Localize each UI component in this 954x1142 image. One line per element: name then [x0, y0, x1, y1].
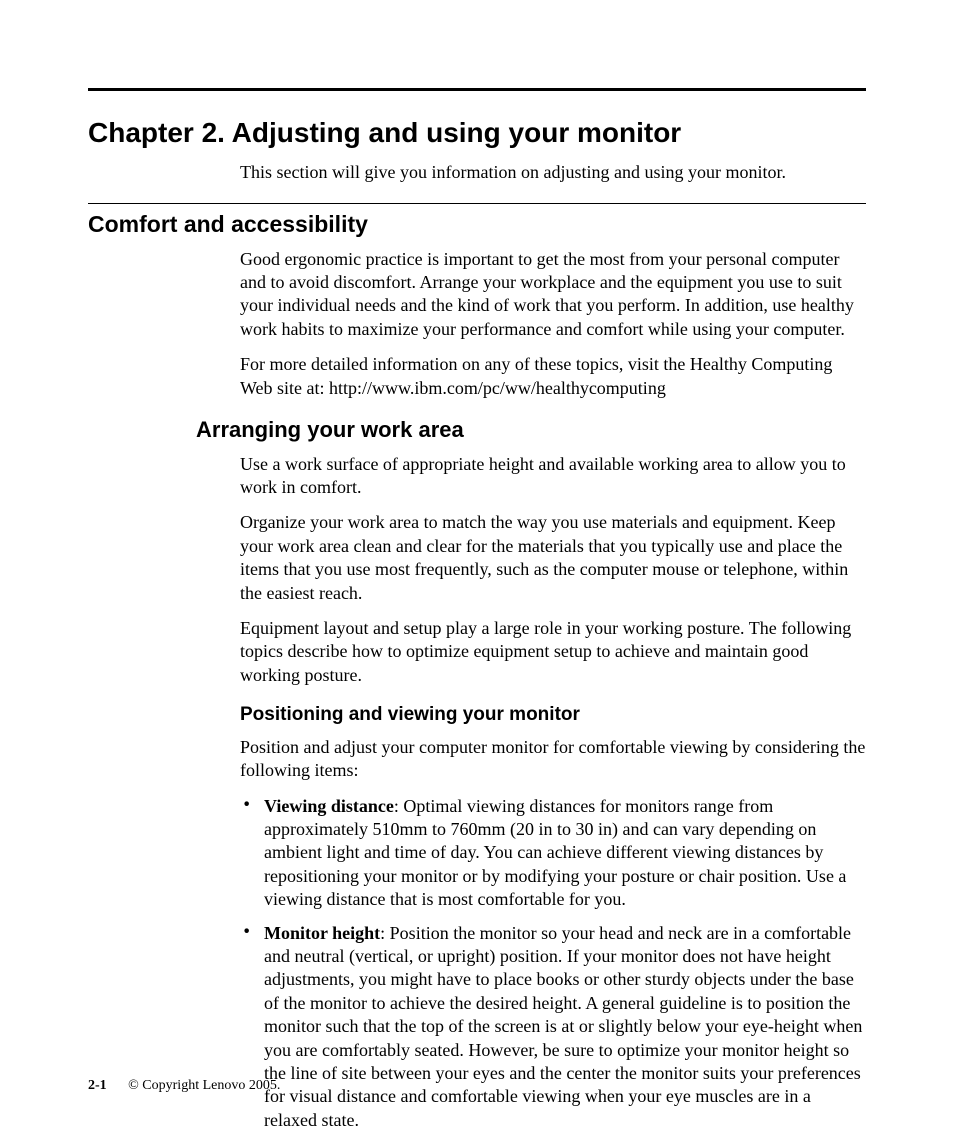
arranging-paragraph-1: Use a work surface of appropriate height… [240, 453, 866, 500]
arranging-paragraph-2: Organize your work area to match the way… [240, 511, 866, 605]
chapter-intro: This section will give you information o… [240, 161, 866, 184]
bullet-label: Viewing distance [264, 796, 394, 816]
positioning-intro: Position and adjust your computer monito… [240, 736, 866, 783]
page-number: 2-1 [88, 1078, 107, 1093]
bullet-monitor-height: Monitor height: Position the monitor so … [240, 922, 866, 1142]
top-rule [88, 88, 866, 91]
page-footer: 2-1 © Copyright Lenovo 2005. [88, 1077, 280, 1095]
chapter-title: Chapter 2. Adjusting and using your moni… [88, 115, 866, 151]
section-arranging-heading: Arranging your work area [196, 416, 866, 445]
copyright-text: © Copyright Lenovo 2005. [128, 1078, 280, 1093]
bullet-text: : Position the monitor so your head and … [264, 923, 862, 1130]
comfort-paragraph-2: For more detailed information on any of … [240, 353, 866, 400]
arranging-paragraph-3: Equipment layout and setup play a large … [240, 617, 866, 687]
bullet-label: Monitor height [264, 923, 380, 943]
section-comfort-heading: Comfort and accessibility [88, 210, 866, 240]
comfort-paragraph-1: Good ergonomic practice is important to … [240, 248, 866, 342]
section-positioning-heading: Positioning and viewing your monitor [240, 703, 866, 728]
bullet-viewing-distance: Viewing distance: Optimal viewing distan… [240, 795, 866, 922]
section-rule [88, 203, 866, 204]
positioning-bullet-list: Viewing distance: Optimal viewing distan… [240, 795, 866, 1142]
